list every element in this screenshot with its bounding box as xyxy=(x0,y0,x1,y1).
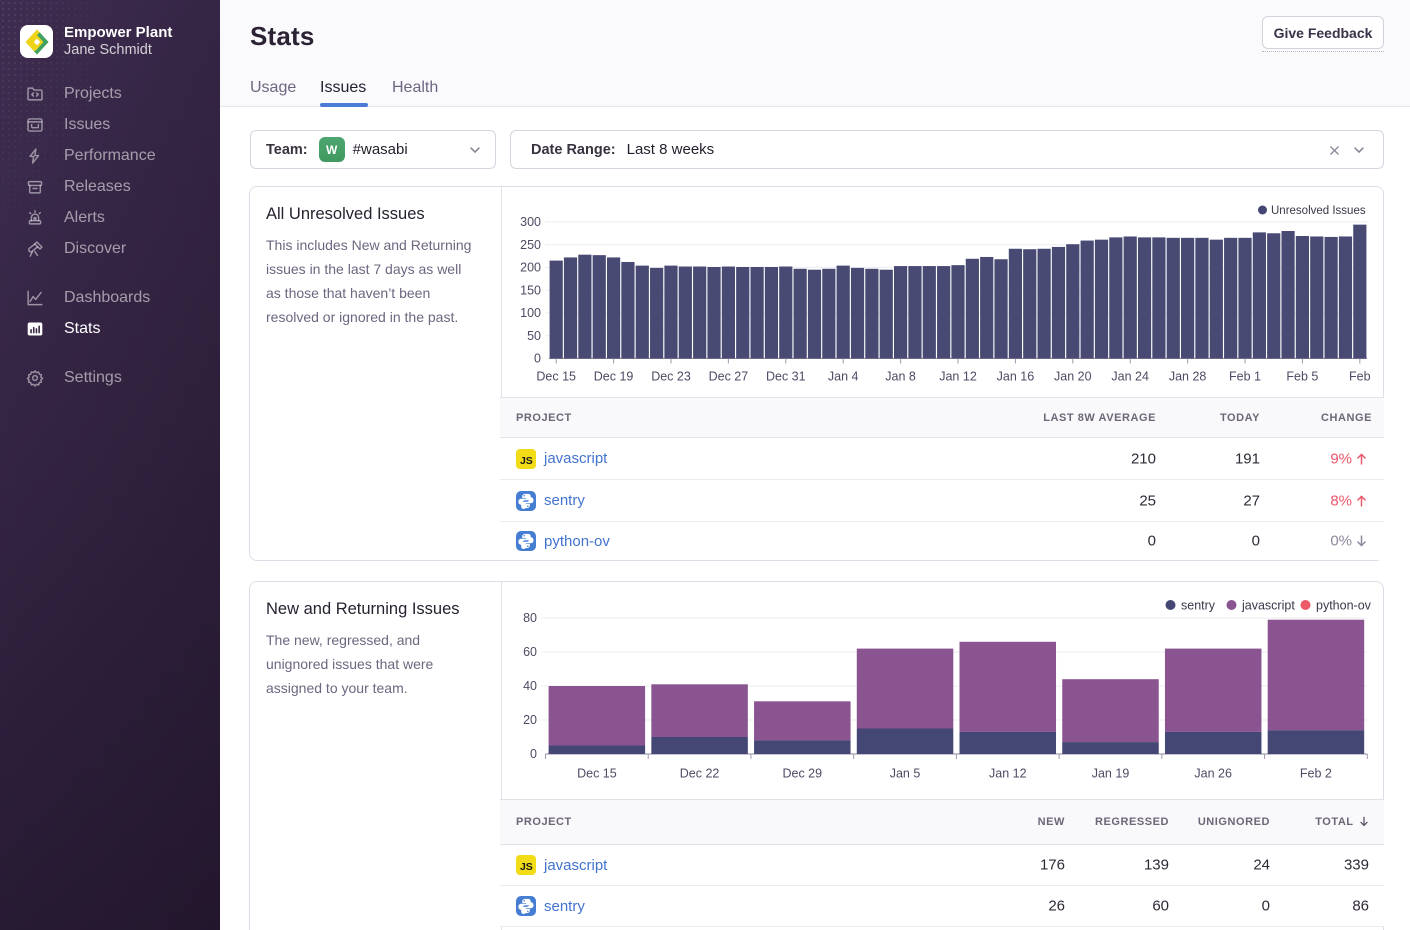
svg-text:Feb 1: Feb 1 xyxy=(1229,370,1261,384)
svg-text:Unresolved Issues: Unresolved Issues xyxy=(1271,205,1366,217)
svg-text:0: 0 xyxy=(534,352,541,366)
svg-text:Jan 16: Jan 16 xyxy=(997,370,1035,384)
svg-text:python-ov: python-ov xyxy=(1316,599,1372,613)
svg-text:Jan 12: Jan 12 xyxy=(939,370,977,384)
svg-text:Dec 19: Dec 19 xyxy=(594,370,634,384)
svg-text:Dec 22: Dec 22 xyxy=(680,767,720,781)
svg-text:Jan 28: Jan 28 xyxy=(1169,370,1207,384)
svg-text:Jan 26: Jan 26 xyxy=(1194,767,1232,781)
svg-text:JS: JS xyxy=(520,455,533,467)
svg-text:Jan 8: Jan 8 xyxy=(885,370,916,384)
svg-text:Jan 20: Jan 20 xyxy=(1054,370,1092,384)
svg-text:40: 40 xyxy=(523,679,537,693)
svg-text:Dec 15: Dec 15 xyxy=(577,767,617,781)
svg-text:200: 200 xyxy=(520,261,541,275)
svg-text:100: 100 xyxy=(520,306,541,320)
svg-text:Jan 12: Jan 12 xyxy=(989,767,1027,781)
svg-text:Dec 29: Dec 29 xyxy=(782,767,822,781)
svg-text:Feb 5: Feb 5 xyxy=(1286,370,1318,384)
svg-text:Jan 24: Jan 24 xyxy=(1111,370,1149,384)
svg-text:Dec 23: Dec 23 xyxy=(651,370,691,384)
svg-text:60: 60 xyxy=(523,645,537,659)
svg-text:50: 50 xyxy=(527,329,541,343)
svg-text:Jan 4: Jan 4 xyxy=(828,370,859,384)
svg-text:Jan 5: Jan 5 xyxy=(890,767,921,781)
svg-text:Jan 19: Jan 19 xyxy=(1092,767,1130,781)
svg-text:Feb 2: Feb 2 xyxy=(1300,767,1332,781)
svg-text:sentry: sentry xyxy=(1181,599,1216,613)
svg-text:Dec 15: Dec 15 xyxy=(536,370,576,384)
svg-text:150: 150 xyxy=(520,283,541,297)
svg-text:JS: JS xyxy=(520,861,533,873)
svg-text:250: 250 xyxy=(520,238,541,252)
svg-text:Feb: Feb xyxy=(1349,370,1371,384)
svg-text:javascript: javascript xyxy=(1241,599,1295,613)
svg-text:Dec 27: Dec 27 xyxy=(709,370,749,384)
svg-text:0: 0 xyxy=(530,747,537,761)
svg-text:80: 80 xyxy=(523,611,537,625)
svg-text:20: 20 xyxy=(523,713,537,727)
svg-text:Dec 31: Dec 31 xyxy=(766,370,806,384)
svg-text:300: 300 xyxy=(520,215,541,229)
